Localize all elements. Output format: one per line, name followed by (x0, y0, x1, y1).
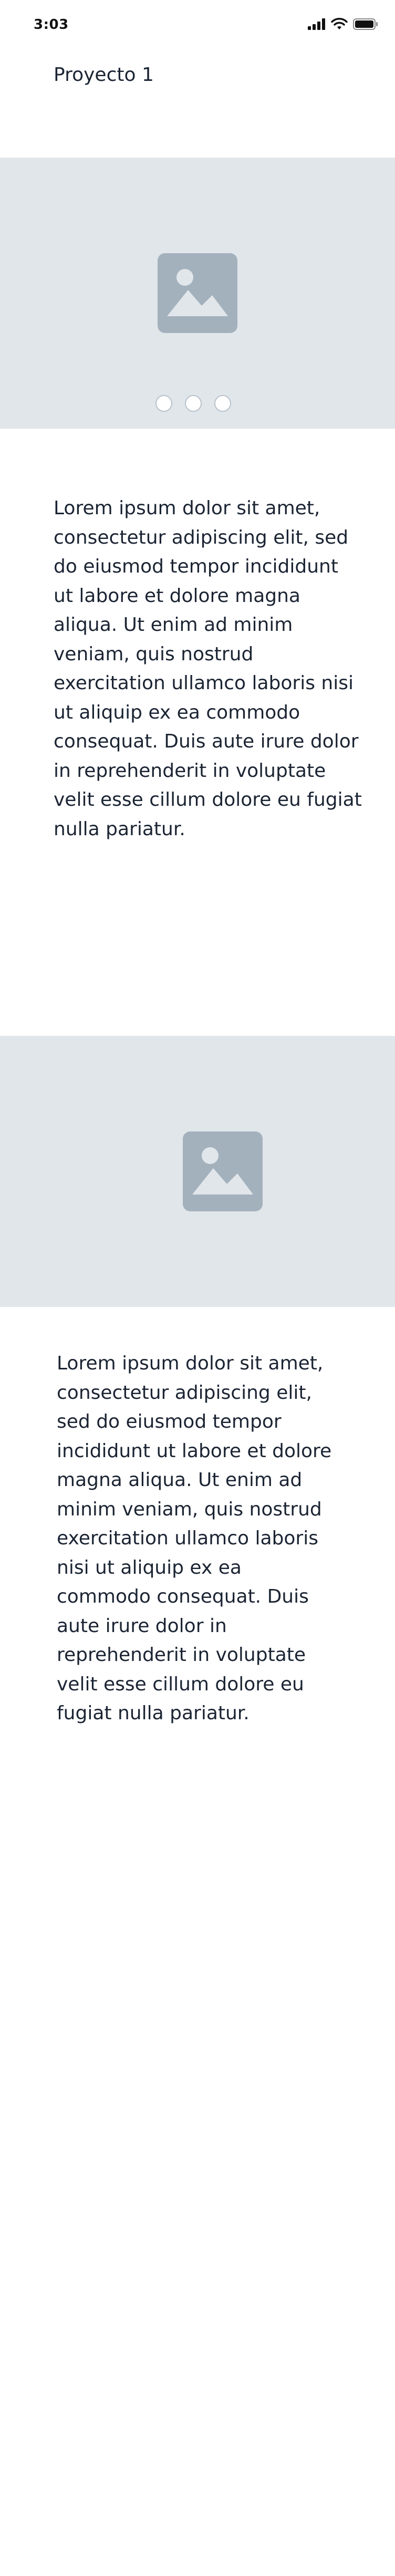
carousel-dot-1[interactable] (155, 395, 172, 412)
signal-icon (308, 18, 326, 32)
image-carousel[interactable] (0, 158, 395, 429)
description-paragraph-1: Lorem ipsum dolor sit amet, consectetur … (54, 497, 362, 840)
battery-icon (353, 18, 378, 33)
image-placeholder-icon (183, 1131, 263, 1211)
status-icons (308, 18, 378, 33)
status-time: 3:03 (34, 17, 69, 33)
carousel-dots (155, 395, 231, 412)
description-paragraph-2: Lorem ipsum dolor sit amet, consectetur … (57, 1353, 332, 1724)
carousel-dot-2[interactable] (185, 395, 202, 412)
status-bar: 3:03 (0, 0, 395, 50)
image-block (0, 1036, 395, 1307)
page-title: Proyecto 1 (54, 64, 154, 86)
wifi-icon (331, 18, 348, 33)
image-placeholder-icon (158, 253, 237, 333)
carousel-dot-3[interactable] (214, 395, 231, 412)
